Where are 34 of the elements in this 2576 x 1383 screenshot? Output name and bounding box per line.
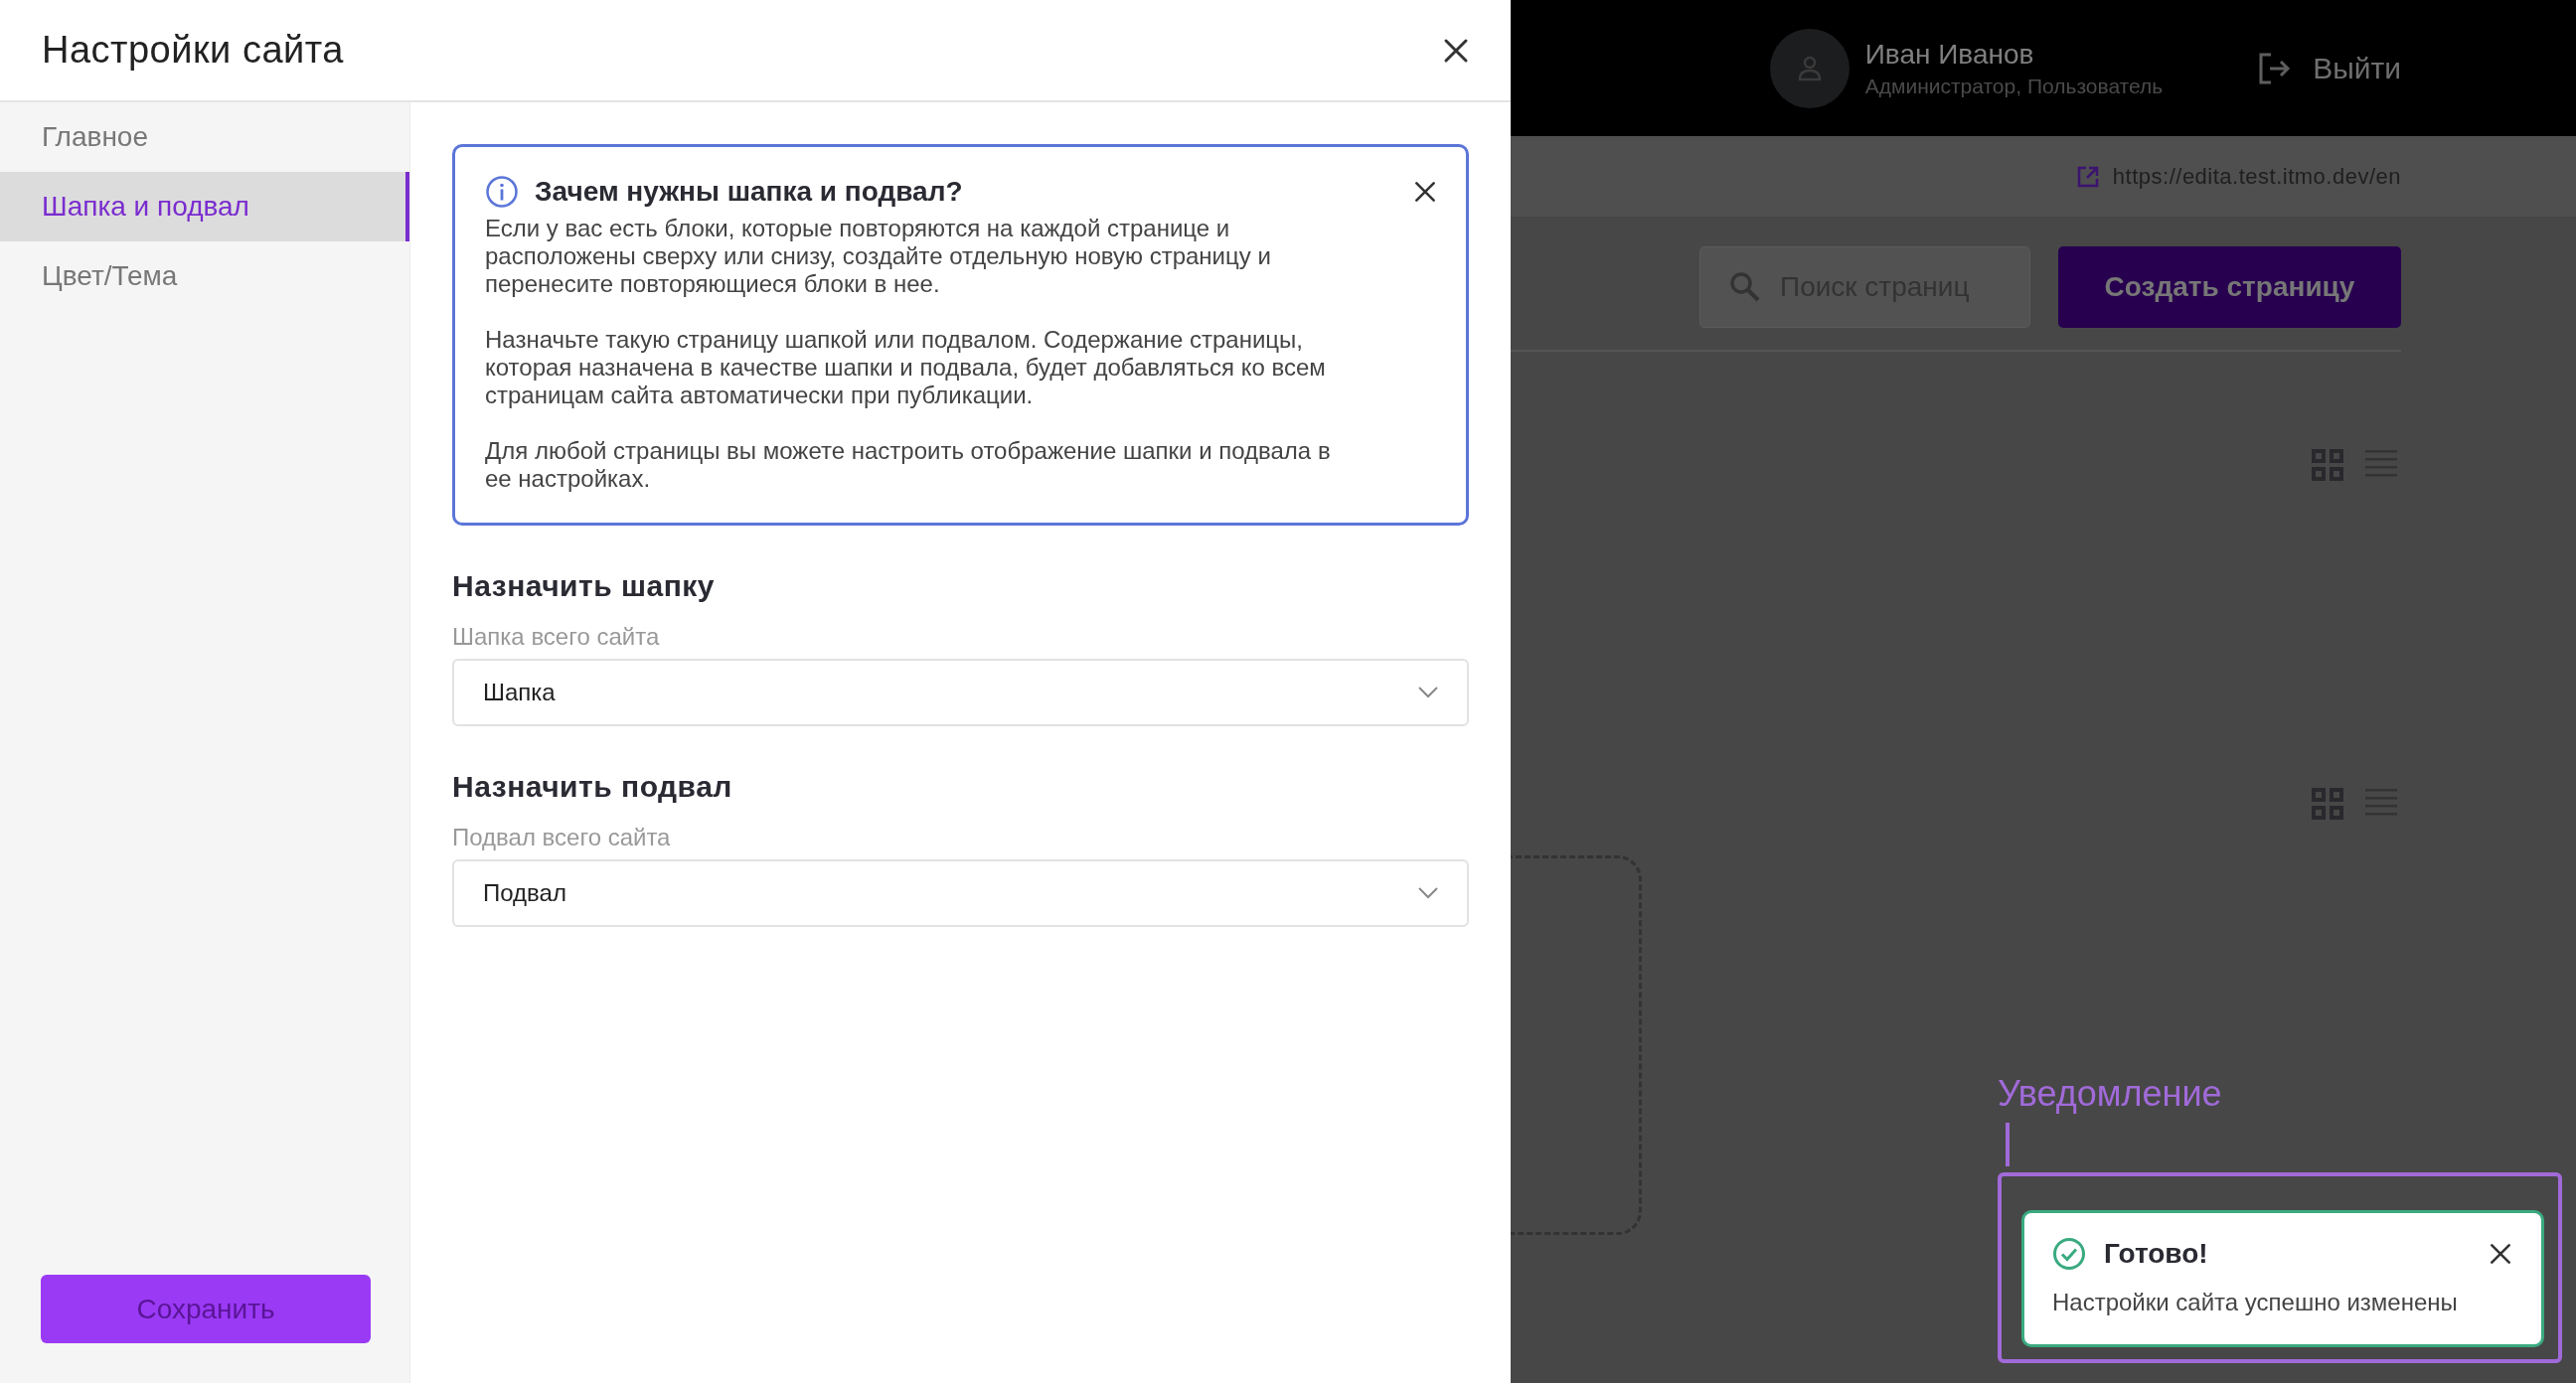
create-page-button[interactable]: Создать страницу [2058,246,2401,328]
nav-item[interactable]: Главное [0,102,409,172]
user-roles: Администратор, Пользователь [1864,74,2164,98]
select-field[interactable]: Шапка [452,659,1469,726]
external-link-icon [2076,165,2099,188]
chevron-down-icon [1417,686,1439,699]
chevron-down-icon [1417,886,1439,900]
close-icon [2488,1241,2513,1267]
section-heading: Назначить шапку [452,569,717,603]
select-field[interactable]: Подвал [452,859,1469,927]
nav-item[interactable]: Цвет/Тема [0,241,409,311]
info-icon [485,175,519,209]
close-icon [1412,179,1438,205]
close-button[interactable] [2488,1241,2513,1267]
user-name: Иван Иванов [1864,38,2035,71]
info-paragraph: Назначьте такую страницу шапкой или подвалом. Содержание страницы, которая назначена в качестве шапки и подвала, будет добавляться ко всем страницам сайта автоматически при публикации. [485,326,1327,409]
logout-button[interactable]: Выйти [2257,51,2401,85]
logout-icon [2257,51,2292,85]
grid-view-icon[interactable] [2312,449,2343,481]
info-paragraph: Для любой страницы вы можете настроить отображение шапки и подвала в ее настройках. [485,437,1332,493]
search-icon [1729,271,1761,303]
info-paragraph: Если у вас есть блоки, которые повторяются на каждой странице и расположены сверху или снизу, создайте отдельную новую страницу и перенесите повторяющиеся блоки в нее. [485,215,1272,298]
nav-item[interactable]: Шапка и подвал [0,172,409,241]
toast-message: Настройки сайта успешно изменены [2052,1289,2459,1316]
info-title: Зачем нужны шапка и подвал? [535,176,964,208]
field-label: Подвал всего сайта [452,824,672,851]
grid-view-icon[interactable] [2312,788,2343,820]
close-button[interactable] [1412,179,1438,205]
dialog-title: Настройки сайта [42,29,344,72]
section-heading: Назначить подвал [452,770,733,804]
annotation-label: Уведомление [1998,1073,2222,1115]
toast-title: Готово! [2104,1238,2209,1270]
check-circle-icon [2052,1237,2086,1271]
field-label: Шапка всего сайта [452,623,661,651]
